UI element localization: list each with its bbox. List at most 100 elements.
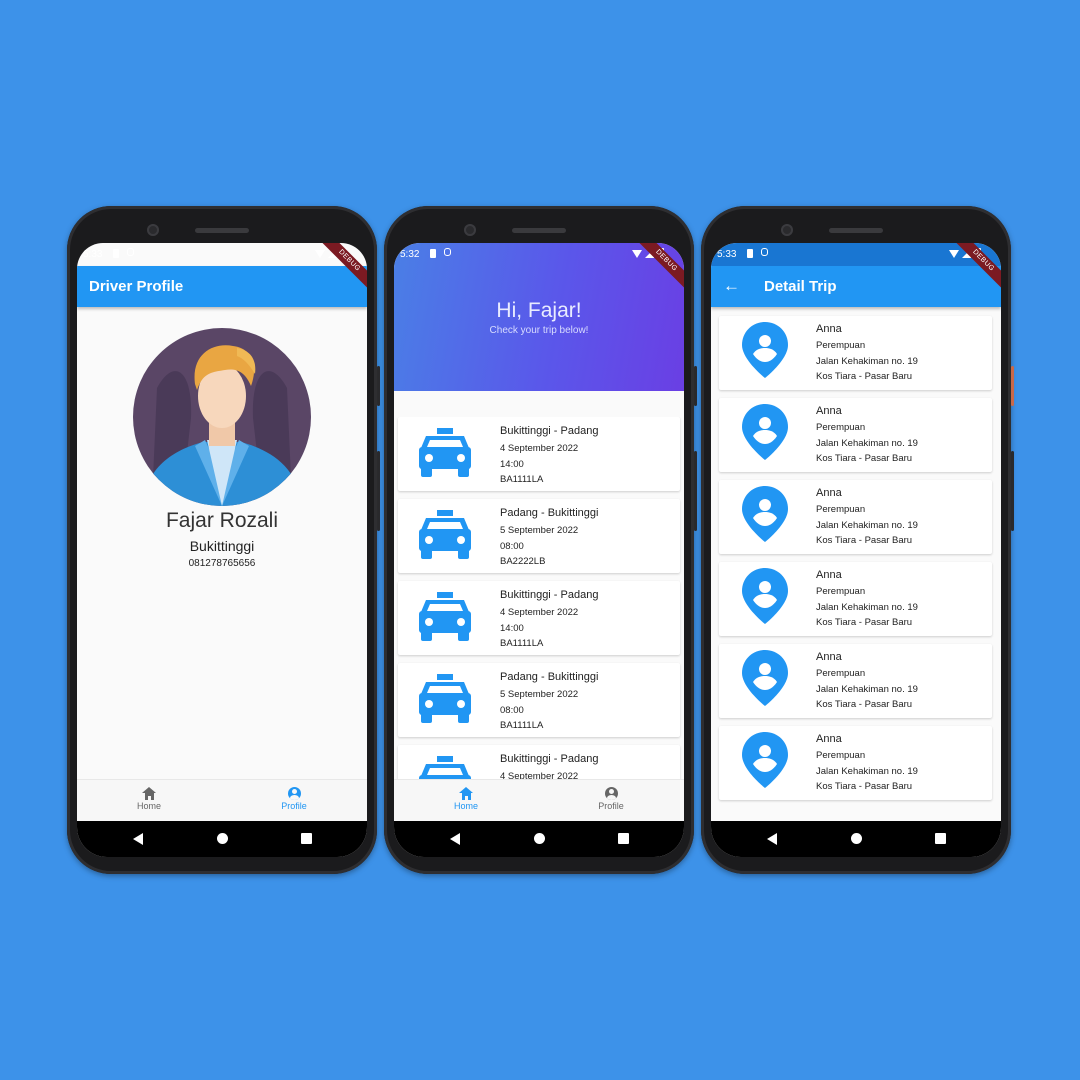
passenger-address: Jalan Kehakiman no. 19: [816, 684, 918, 695]
trip-date: 4 September 2022: [500, 443, 579, 454]
driver-avatar: [133, 328, 311, 506]
passenger-name: Anna: [816, 487, 842, 499]
nav-profile[interactable]: Profile: [254, 787, 334, 811]
person-pin-icon: [741, 485, 789, 543]
taxi-icon: [418, 510, 472, 560]
bottom-navigation: Home Profile: [394, 779, 684, 821]
passenger-card[interactable]: Anna Perempuan Jalan Kehakiman no. 19 Ko…: [719, 562, 992, 636]
trip-date: 4 September 2022: [500, 607, 579, 618]
home-icon: [141, 787, 156, 800]
wifi-icon: [632, 250, 642, 258]
passenger-card[interactable]: Anna Perempuan Jalan Kehakiman no. 19 Ko…: [719, 644, 992, 718]
trip-list[interactable]: Bukittinggi - Padang 4 September 2022 14…: [394, 417, 684, 779]
trip-route: Bukittinggi - Padang: [500, 589, 599, 601]
screen: 5:33 DEBUG ← Detail Trip Anna Perempuan …: [711, 243, 1001, 857]
trip-plate: BA1111LA: [500, 638, 544, 649]
trip-date: 4 September 2022: [500, 771, 579, 779]
passenger-address: Jalan Kehakiman no. 19: [816, 766, 918, 777]
nav-home[interactable]: Home: [426, 787, 506, 811]
app-bar-title: Driver Profile: [89, 278, 184, 295]
recents-nav-icon[interactable]: [618, 833, 629, 844]
system-navigation-bar: [77, 821, 367, 857]
trip-card[interactable]: Padang - Bukittinggi 5 September 2022 08…: [398, 663, 680, 737]
taxi-icon: [418, 592, 472, 642]
nav-profile[interactable]: Profile: [571, 787, 651, 811]
passenger-name: Anna: [816, 733, 842, 745]
trip-plate: BA2222LB: [500, 556, 546, 567]
passenger-card[interactable]: Anna Perempuan Jalan Kehakiman no. 19 Ko…: [719, 480, 992, 554]
status-bar: 5:32: [394, 243, 684, 266]
nav-home[interactable]: Home: [109, 787, 189, 811]
back-nav-icon[interactable]: [767, 833, 777, 845]
nav-profile-label: Profile: [281, 801, 307, 811]
passenger-name: Anna: [816, 323, 842, 335]
trip-plate: BA1111LA: [500, 474, 544, 485]
trip-time: 08:00: [500, 705, 524, 716]
front-camera: [781, 224, 793, 236]
trip-card[interactable]: Bukittinggi - Padang 4 September 2022 14…: [398, 581, 680, 655]
passenger-location: Kos Tiara - Pasar Baru: [816, 371, 913, 382]
greeting-subtitle: Check your trip below!: [489, 325, 589, 336]
sd-card-icon: [747, 249, 753, 258]
nav-home-label: Home: [136, 801, 161, 811]
passenger-location: Kos Tiara - Pasar Baru: [816, 781, 913, 792]
passenger-location: Kos Tiara - Pasar Baru: [816, 535, 913, 546]
passenger-name: Anna: [816, 569, 842, 581]
person-pin-icon: [741, 403, 789, 461]
driver-name: Fajar Rozali: [165, 509, 279, 532]
home-nav-icon[interactable]: [534, 833, 545, 844]
power-button: [1011, 366, 1014, 406]
trip-route: Padang - Bukittinggi: [500, 671, 599, 683]
app-bar-title: Detail Trip: [764, 278, 837, 295]
app-bar: Driver Profile: [77, 266, 367, 307]
person-pin-icon: [741, 321, 789, 379]
passenger-card[interactable]: Anna Perempuan Jalan Kehakiman no. 19 Ko…: [719, 726, 992, 800]
status-bar: 5:33: [77, 243, 367, 266]
sd-card-icon: [430, 249, 436, 258]
status-time: 5:33: [717, 249, 737, 260]
account-circle-icon: [287, 787, 301, 800]
system-navigation-bar: [394, 821, 684, 857]
passenger-gender: Perempuan: [816, 340, 866, 351]
trip-card[interactable]: Bukittinggi - Padang 4 September 2022 14…: [398, 417, 680, 491]
home-icon: [458, 787, 473, 800]
power-button: [694, 366, 697, 406]
trip-time: 14:00: [500, 459, 524, 470]
passenger-location: Kos Tiara - Pasar Baru: [816, 453, 913, 464]
passenger-card[interactable]: Anna Perempuan Jalan Kehakiman no. 19 Ko…: [719, 398, 992, 472]
volume-button: [377, 451, 380, 531]
passenger-gender: Perempuan: [816, 750, 866, 761]
passenger-gender: Perempuan: [816, 422, 866, 433]
trip-card[interactable]: Bukittinggi - Padang 4 September 2022: [398, 745, 680, 779]
driver-phone: 081278765656: [188, 558, 256, 569]
recents-nav-icon[interactable]: [301, 833, 312, 844]
greeting-title: Hi, Fajar!: [496, 299, 582, 322]
passenger-card[interactable]: Anna Perempuan Jalan Kehakiman no. 19 Ko…: [719, 316, 992, 390]
front-camera: [464, 224, 476, 236]
recents-nav-icon[interactable]: [935, 833, 946, 844]
taxi-icon: [418, 756, 472, 779]
earpiece-speaker: [195, 228, 249, 233]
passenger-location: Kos Tiara - Pasar Baru: [816, 699, 913, 710]
earpiece-speaker: [829, 228, 883, 233]
back-nav-icon[interactable]: [133, 833, 143, 845]
wifi-icon: [315, 250, 325, 258]
trip-card[interactable]: Padang - Bukittinggi 5 September 2022 08…: [398, 499, 680, 573]
home-nav-icon[interactable]: [217, 833, 228, 844]
passenger-name: Anna: [816, 405, 842, 417]
phone-trip-list: Hi, Fajar! Check your trip below! 5:32 D…: [384, 206, 697, 874]
status-time: 5:33: [83, 249, 103, 260]
back-nav-icon[interactable]: [450, 833, 460, 845]
volume-button: [694, 451, 697, 531]
status-time: 5:32: [400, 249, 420, 260]
phone-driver-profile: 5:33 DEBUG Driver Profile Fajar Rozali B…: [67, 206, 380, 874]
earpiece-speaker: [512, 228, 566, 233]
home-nav-icon[interactable]: [851, 833, 862, 844]
passenger-address: Jalan Kehakiman no. 19: [816, 602, 918, 613]
screen: Hi, Fajar! Check your trip below! 5:32 D…: [394, 243, 684, 857]
back-arrow-icon[interactable]: ←: [723, 276, 740, 296]
nav-home-label: Home: [453, 801, 478, 811]
front-camera: [147, 224, 159, 236]
person-pin-icon: [741, 567, 789, 625]
person-pin-icon: [741, 649, 789, 707]
